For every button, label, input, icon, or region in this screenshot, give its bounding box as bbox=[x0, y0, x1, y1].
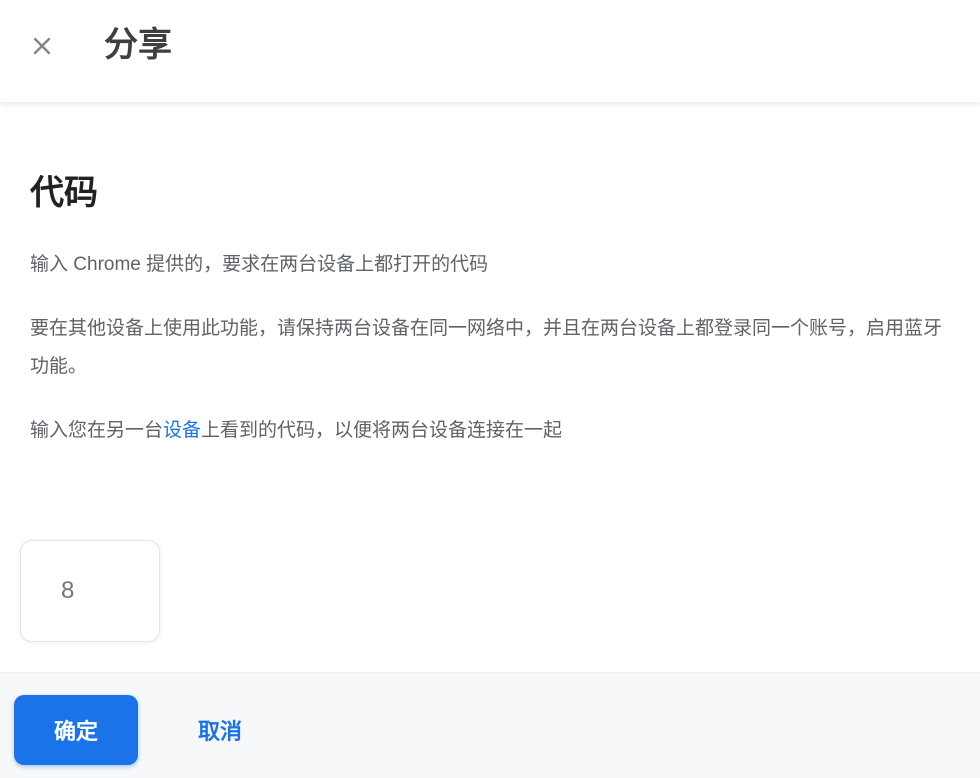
code-input-box[interactable] bbox=[20, 540, 160, 642]
instruction-text-3-after: 上看到的代码，以便将两台设备连接在一起 bbox=[201, 420, 563, 441]
instruction-text-3-before: 输入您在另一台 bbox=[30, 420, 164, 441]
instruction-text-3: 输入您在另一台设备上看到的代码，以便将两台设备连接在一起 bbox=[30, 412, 950, 450]
instruction-text-2: 要在其他设备上使用此功能，请保持两台设备在同一网络中，并且在两台设备上都登录同一… bbox=[30, 318, 943, 377]
cancel-button[interactable]: 取消 bbox=[170, 695, 270, 765]
top-bar: 分享 bbox=[0, 0, 980, 102]
share-page: 分享 代码 输入 Chrome 提供的，要求在两台设备上都打开的代码 要在其他设… bbox=[0, 0, 980, 778]
device-link[interactable]: 设备 bbox=[163, 420, 201, 441]
close-button[interactable] bbox=[22, 26, 62, 66]
code-input[interactable] bbox=[49, 565, 133, 617]
section-heading: 代码 bbox=[30, 174, 98, 212]
content-area: 代码 输入 Chrome 提供的，要求在两台设备上都打开的代码 要在其他设备上使… bbox=[30, 170, 950, 450]
close-icon bbox=[33, 37, 51, 55]
confirm-button[interactable]: 确定 bbox=[14, 695, 138, 765]
bottom-bar: 确定 取消 bbox=[0, 672, 980, 778]
page-title: 分享 bbox=[104, 26, 172, 64]
instruction-text-1: 输入 Chrome 提供的，要求在两台设备上都打开的代码 bbox=[30, 254, 489, 275]
